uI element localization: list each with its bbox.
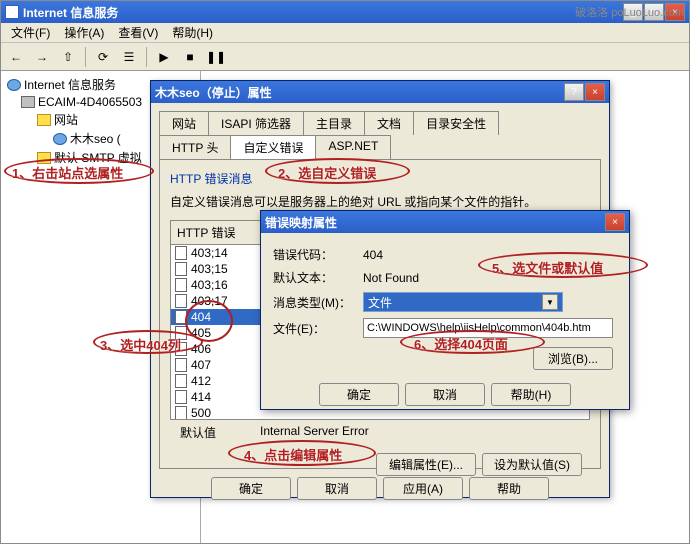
annotation-3: 3、选中404列	[100, 335, 181, 354]
chevron-down-icon: ▼	[542, 294, 558, 310]
set-default-button[interactable]: 设为默认值(S)	[482, 453, 582, 476]
error-mapping-dialog: 错误映射属性 × 错误代码： 404 默认文本： Not Found 消息类型(…	[260, 210, 630, 410]
default-label: 默认值	[170, 424, 260, 441]
doc-icon	[175, 262, 187, 276]
label-file: 文件(E)：	[273, 320, 363, 337]
up-button[interactable]: ⇧	[57, 46, 79, 68]
edit-props-button[interactable]: 编辑属性(E)...	[376, 453, 476, 476]
browse-button[interactable]: 浏览(B)...	[533, 347, 613, 370]
doc-icon	[175, 310, 187, 324]
stop-button[interactable]: ■	[179, 46, 201, 68]
main-title: Internet 信息服务	[23, 4, 623, 21]
annotation-5: 5、选文件或默认值	[492, 258, 603, 277]
tab-dirsec[interactable]: 目录安全性	[413, 111, 499, 135]
tab-homedir[interactable]: 主目录	[303, 111, 365, 135]
tab-custom-errors[interactable]: 自定义错误	[230, 135, 316, 159]
globe-icon	[7, 79, 21, 91]
menubar: 文件(F) 操作(A) 查看(V) 帮助(H)	[1, 23, 689, 43]
back-button[interactable]: ←	[5, 46, 27, 68]
app-icon	[5, 5, 19, 19]
tab-aspnet[interactable]: ASP.NET	[315, 135, 391, 159]
map-help-button[interactable]: 帮助(H)	[491, 383, 571, 406]
menu-view[interactable]: 查看(V)	[112, 22, 164, 43]
props-button[interactable]: ☰	[118, 46, 140, 68]
menu-action[interactable]: 操作(A)	[58, 22, 110, 43]
server-icon	[21, 96, 35, 108]
section-desc: 自定义错误消息可以是服务器上的绝对 URL 或指向某个文件的指针。	[170, 193, 590, 210]
tabs-row1: 网站 ISAPI 筛选器 主目录 文档 目录安全性	[151, 103, 609, 135]
tab-docs[interactable]: 文档	[364, 111, 414, 135]
tab-http[interactable]: HTTP 头	[159, 135, 231, 159]
msg-type-dropdown[interactable]: 文件 ▼	[363, 292, 563, 312]
site-icon	[53, 133, 67, 145]
menu-file[interactable]: 文件(F)	[5, 22, 56, 43]
map-titlebar: 错误映射属性 ×	[261, 211, 629, 233]
folder-icon	[37, 114, 51, 126]
tab-isapi[interactable]: ISAPI 筛选器	[208, 111, 304, 135]
refresh-button[interactable]: ⟳	[92, 46, 114, 68]
toolbar: ← → ⇧ ⟳ ☰ ▶ ■ ❚❚	[1, 43, 689, 71]
doc-icon	[175, 390, 187, 404]
doc-icon	[175, 246, 187, 260]
map-title: 错误映射属性	[265, 214, 605, 231]
menu-help[interactable]: 帮助(H)	[166, 22, 219, 43]
annotation-1: 1、右击站点选属性	[12, 163, 123, 182]
doc-icon	[175, 358, 187, 372]
annotation-2: 2、选自定义错误	[278, 163, 376, 182]
props-titlebar: 木木seo（停止）属性 ? ×	[151, 81, 609, 103]
default-value: Internal Server Error	[260, 424, 369, 441]
pause-button[interactable]: ❚❚	[205, 46, 227, 68]
props-help-button[interactable]: ?	[564, 83, 584, 101]
props-title: 木木seo（停止）属性	[155, 84, 564, 101]
watermark: 破洛洛 poLuoLuo.com	[575, 4, 684, 20]
doc-icon	[175, 294, 187, 308]
annotation-6: 6、选择404页面	[414, 334, 508, 353]
tab-website[interactable]: 网站	[159, 111, 209, 135]
doc-icon	[175, 278, 187, 292]
doc-icon	[175, 406, 187, 420]
forward-button[interactable]: →	[31, 46, 53, 68]
label-error-code: 错误代码：	[273, 246, 363, 263]
play-button[interactable]: ▶	[153, 46, 175, 68]
doc-icon	[175, 374, 187, 388]
section-title: HTTP 错误消息	[170, 170, 590, 187]
label-msg-type: 消息类型(M)：	[273, 294, 363, 311]
smtp-icon	[37, 152, 51, 164]
label-default-text: 默认文本：	[273, 269, 363, 286]
tabs-row2: HTTP 头 自定义错误 ASP.NET	[151, 135, 609, 159]
props-close-button[interactable]: ×	[585, 83, 605, 101]
map-cancel-button[interactable]: 取消	[405, 383, 485, 406]
map-ok-button[interactable]: 确定	[319, 383, 399, 406]
annotation-4: 4、点击编辑属性	[244, 445, 342, 464]
map-close-button[interactable]: ×	[605, 213, 625, 231]
